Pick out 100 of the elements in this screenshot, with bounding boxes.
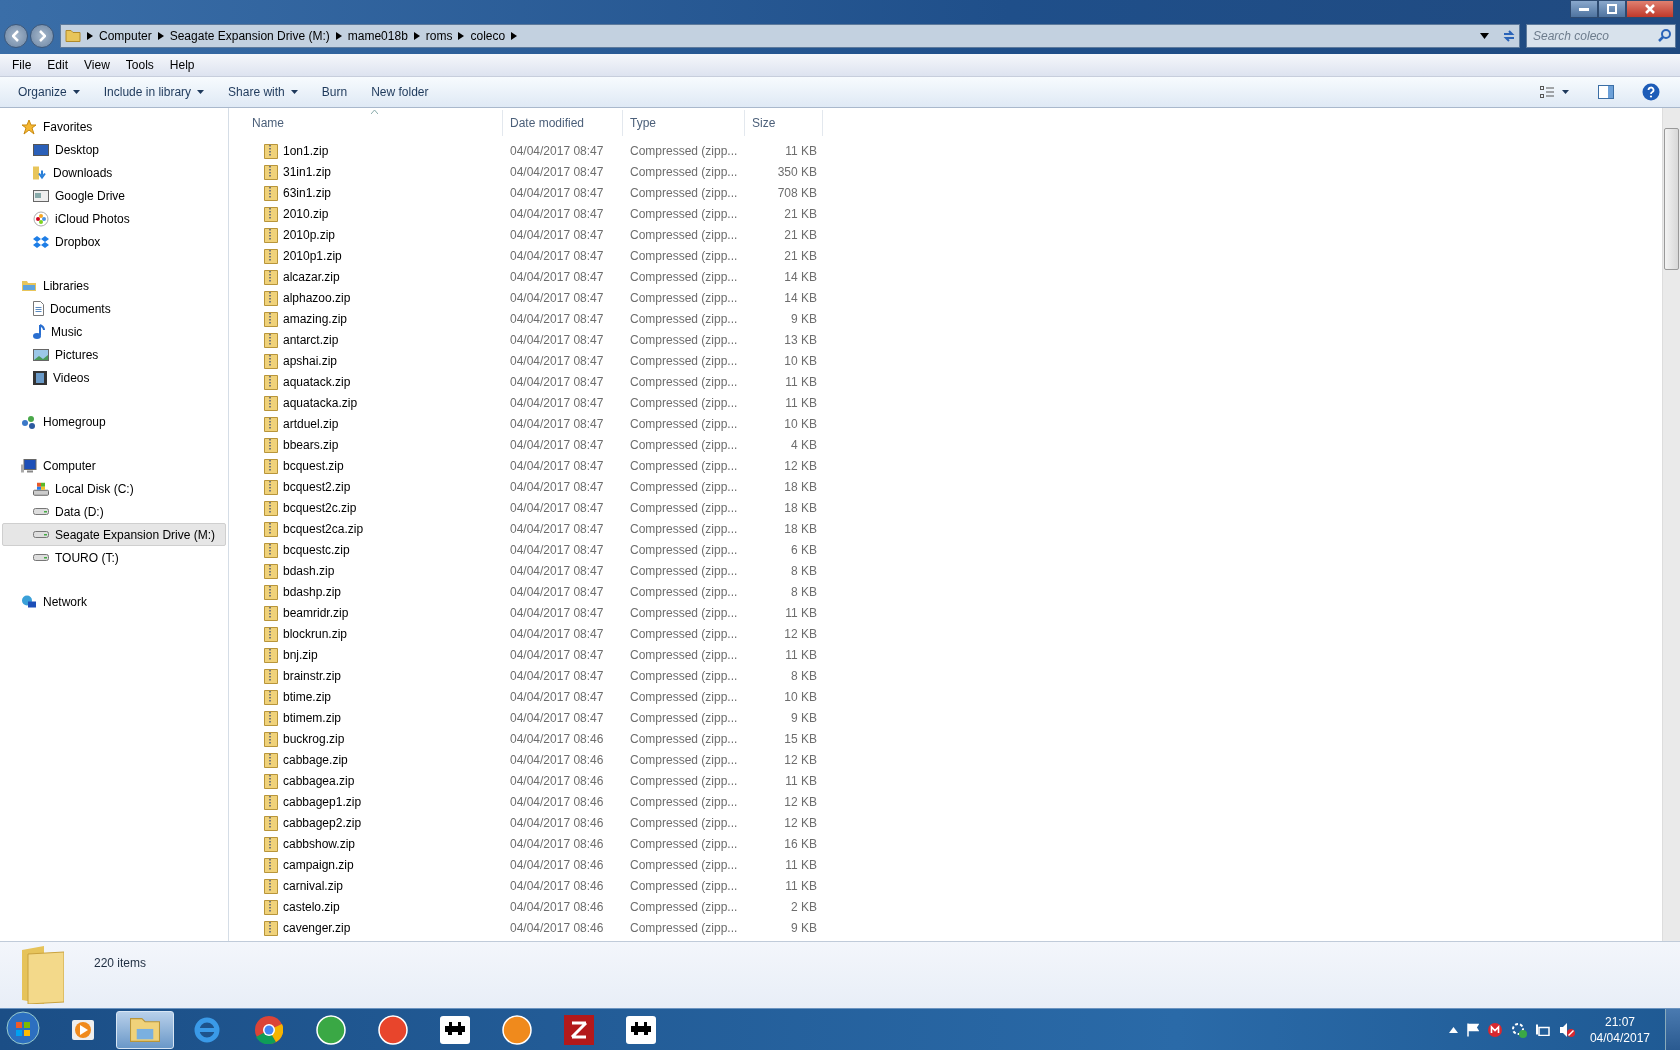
view-options-icon[interactable] [1540,86,1570,98]
file-name[interactable]: 63in1.zip [283,185,332,200]
toolbar-button[interactable]: Share with [218,81,308,103]
file-name[interactable]: 1on1.zip [283,143,329,158]
file-name[interactable]: apshai.zip [283,353,338,368]
speaker-muted-icon[interactable] [1558,1021,1575,1038]
nav-item[interactable]: Favorites [2,115,226,138]
file-name[interactable]: btimem.zip [283,710,341,725]
library-icon [21,279,37,292]
file-name[interactable]: 31in1.zip [283,164,332,179]
network-icon[interactable] [1535,1023,1550,1036]
breadcrumb[interactable]: mame018b [347,29,408,43]
address-bar[interactable]: Computer Seagate Expansion Drive (M:) mame018b roms coleco [60,24,1520,48]
menu-item[interactable]: View [76,58,118,72]
file-name[interactable]: cabbshow.zip [283,836,356,851]
file-name[interactable]: bcquest2.zip [283,479,351,494]
nav-item[interactable]: Seagate Expansion Drive (M:) [2,523,226,546]
file-name[interactable]: carnival.zip [283,878,344,893]
file-name[interactable]: blockrun.zip [283,626,348,641]
file-name[interactable]: cavenger.zip [283,920,351,935]
preview-pane-icon[interactable] [1598,85,1614,99]
breadcrumb[interactable]: coleco [470,29,506,43]
toolbar-button[interactable]: New folder [361,81,439,103]
file-name[interactable]: cabbagep1.zip [283,794,362,809]
file-name[interactable]: amazing.zip [283,311,348,326]
file-name[interactable]: bdashp.zip [283,584,342,599]
breadcrumb[interactable]: roms [425,29,453,43]
file-name[interactable]: cabbagea.zip [283,773,355,788]
nav-item[interactable]: Videos [2,366,226,389]
restore-button[interactable] [1598,0,1626,18]
file-name[interactable]: aquatacka.zip [283,395,358,410]
nav-item[interactable]: Music [2,320,226,343]
nav-item[interactable]: Homegroup [2,410,226,433]
column-header[interactable]: Date modified [503,110,623,136]
nav-item[interactable]: Network [2,590,226,613]
back-button[interactable] [4,24,28,48]
nav-item[interactable]: Computer [2,454,226,477]
taskbar-app[interactable] [116,1010,174,1049]
show-hidden-icons-icon[interactable] [1448,1026,1458,1033]
nav-item[interactable]: Downloads [2,161,226,184]
breadcrumb[interactable]: Seagate Expansion Drive (M:) [169,29,330,43]
file-name[interactable]: bcquest2c.zip [283,500,357,515]
nav-item[interactable]: iCloud Photos [2,207,226,230]
clock[interactable]: 21:07 04/04/2017 [1583,1013,1656,1046]
file-name[interactable]: cabbage.zip [283,752,348,767]
refresh-icon[interactable] [1503,30,1515,42]
nav-item[interactable]: Dropbox [2,230,226,253]
file-name[interactable]: campaign.zip [283,857,354,872]
dropdown-icon[interactable] [1480,33,1489,39]
menu-item[interactable]: Help [161,58,203,72]
search-icon[interactable] [1658,29,1671,42]
nav-item[interactable]: Data (D:) [2,500,226,523]
file-name[interactable]: bdash.zip [283,563,335,578]
file-name[interactable]: btime.zip [283,689,332,704]
zip-folder-icon [264,604,278,621]
file-name[interactable]: artduel.zip [283,416,339,431]
file-name[interactable]: alcazar.zip [283,269,340,284]
file-name[interactable]: bcquest2ca.zip [283,521,364,536]
file-name[interactable]: bnj.zip [283,647,318,662]
file-name[interactable]: bcquestc.zip [283,542,350,557]
breadcrumb[interactable]: Computer [99,29,152,43]
minimize-button[interactable] [1570,0,1598,18]
file-name[interactable]: buckrog.zip [283,731,345,746]
file-name[interactable]: aquatack.zip [283,374,351,389]
column-header[interactable]: Name [245,110,503,136]
column-header[interactable]: Size [745,110,823,136]
file-name[interactable]: bbears.zip [283,437,339,452]
column-header[interactable]: Type [623,110,745,136]
nav-item[interactable]: Local Disk (C:) [2,477,226,500]
menu-item[interactable]: File [4,58,40,72]
nav-item[interactable]: Pictures [2,343,226,366]
close-button[interactable] [1626,0,1674,18]
scrollbar[interactable] [1662,108,1680,941]
menu-item[interactable]: Edit [39,58,77,72]
file-name[interactable]: 2010.zip [283,206,329,221]
nav-item[interactable]: Desktop [2,138,226,161]
toolbar-button[interactable]: Include in library [93,81,215,103]
show-desktop-button[interactable] [1665,1009,1680,1050]
sync-icon[interactable] [1510,1021,1527,1038]
file-name[interactable]: brainstr.zip [283,668,342,683]
file-name[interactable]: bcquest.zip [283,458,344,473]
forward-button[interactable] [30,24,54,48]
help-icon[interactable] [1642,83,1660,101]
flag-icon[interactable] [1466,1022,1479,1037]
toolbar-button[interactable]: Organize [8,81,90,103]
search-field[interactable]: Search coleco [1526,24,1676,48]
nav-item[interactable]: Documents [2,297,226,320]
menu-item[interactable]: Tools [117,58,162,72]
tray-app-icon[interactable] [1487,1022,1502,1037]
nav-item[interactable]: Libraries [2,274,226,297]
file-name[interactable]: antarct.zip [283,332,339,347]
file-name[interactable]: beamridr.zip [283,605,349,620]
file-name[interactable]: 2010p.zip [283,227,336,242]
nav-item[interactable]: Google Drive [2,184,226,207]
file-name[interactable]: cabbagep2.zip [283,815,362,830]
file-name[interactable]: castelo.zip [283,899,340,914]
file-name[interactable]: 2010p1.zip [283,248,342,263]
file-name[interactable]: alphazoo.zip [283,290,351,305]
nav-item[interactable]: TOURO (T:) [2,546,226,569]
toolbar-button[interactable]: Burn [311,81,358,103]
